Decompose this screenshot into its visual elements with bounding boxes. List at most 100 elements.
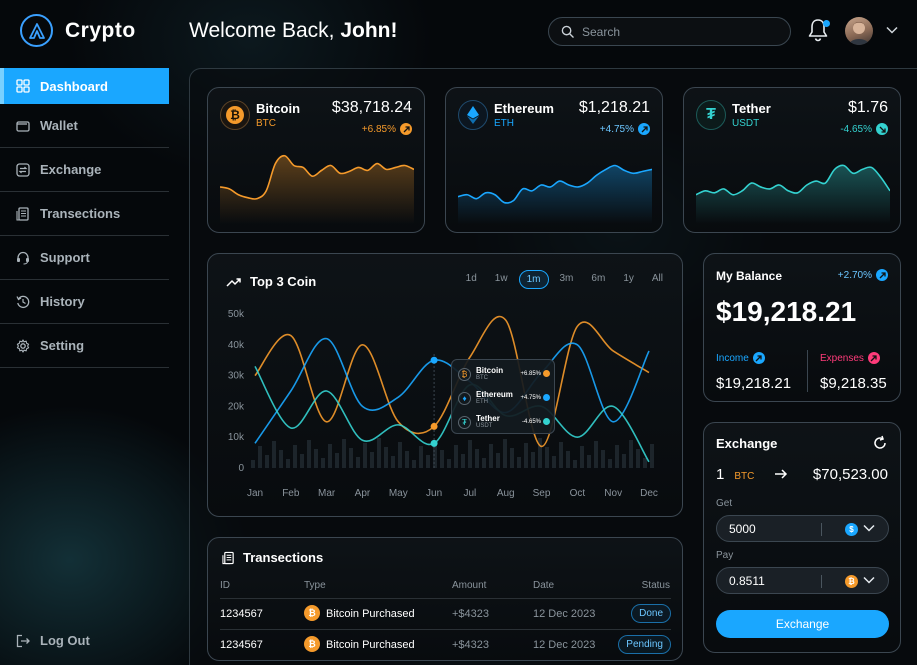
sparkline-bitcoin — [220, 154, 414, 224]
volume-bar — [482, 458, 486, 468]
sidebar-item-label: Exchange — [40, 162, 102, 177]
coin-change-value: +6.85% — [361, 123, 396, 135]
coin-card-tether[interactable]: ₮ Tether USDT $1.76 -4.65% — [683, 87, 901, 233]
volume-bar — [566, 451, 570, 468]
table-row[interactable]: 1234567 ₿ Bitcoin Purchased +$4323 12 De… — [220, 598, 671, 628]
sidebar-item-history[interactable]: History — [0, 280, 169, 324]
dollar-icon[interactable]: $ — [845, 523, 858, 536]
pay-field[interactable]: ₿ — [716, 567, 889, 594]
volume-bar — [608, 459, 612, 468]
coin-symbol: BTC — [256, 118, 276, 129]
get-input[interactable] — [729, 521, 817, 536]
coin-card-ethereum[interactable]: Ethereum ETH $1,218.21 +4.75% — [445, 87, 663, 233]
volume-bar — [552, 456, 556, 468]
x-tick-label: Mar — [318, 488, 336, 499]
sidebar-item-setting[interactable]: Setting — [0, 324, 169, 368]
bitcoin-icon[interactable]: ₿ — [845, 575, 858, 588]
sidebar-item-label: Transections — [40, 206, 121, 221]
sparkline-tether — [696, 164, 890, 224]
get-field[interactable]: $ — [716, 515, 889, 542]
search-input[interactable] — [582, 24, 772, 39]
coin-card-bitcoin[interactable]: ₿ Bitcoin BTC $38,718.24 +6.85% — [207, 87, 425, 233]
history-icon — [16, 295, 30, 308]
bitcoin-icon: ₿ — [304, 605, 320, 621]
coin-change-value: +4.75% — [599, 123, 634, 135]
arrow-up-right-icon — [400, 123, 412, 135]
tooltip-symbol: BTC — [476, 375, 488, 381]
volume-bar — [601, 450, 605, 468]
tether-icon: ₮ — [458, 415, 471, 429]
sidebar-item-support[interactable]: Support — [0, 236, 169, 280]
coin-change: +4.75% — [600, 123, 650, 135]
notifications-button[interactable] — [806, 17, 832, 45]
user-name: John! — [340, 19, 398, 42]
volume-bar — [286, 459, 290, 468]
volume-bar — [643, 458, 647, 468]
exchange-symbol: BTC — [734, 471, 755, 482]
tooltip-row-tether: ₮ Tether USDT -4.65% — [458, 414, 550, 430]
coin-symbol: USDT — [732, 118, 760, 129]
gear-icon — [16, 338, 30, 353]
logo-mark-icon — [20, 14, 53, 47]
tx-amount: +$4323 — [452, 608, 490, 620]
expenses-label: Expenses — [820, 352, 880, 364]
tooltip-change: +6.85% — [520, 370, 550, 377]
grid-icon — [16, 79, 30, 93]
tooltip-name: Bitcoin — [476, 366, 504, 375]
welcome-message: Welcome Back, John! — [189, 19, 398, 43]
app-name: Crypto — [65, 18, 136, 42]
field-divider — [821, 575, 822, 588]
income-label: Income — [716, 352, 765, 364]
app-logo[interactable]: Crypto — [20, 14, 136, 47]
tooltip-symbol: USDT — [476, 423, 493, 429]
volume-bar — [258, 446, 262, 468]
chevron-down-icon[interactable] — [863, 576, 875, 584]
data-point-tether[interactable] — [430, 439, 438, 447]
notification-dot — [823, 20, 830, 27]
sidebar-item-dashboard[interactable]: Dashboard — [0, 68, 169, 104]
volume-bar — [538, 438, 542, 468]
x-tick-label: Oct — [570, 488, 586, 499]
x-tick-label: Jul — [464, 488, 477, 499]
chevron-down-icon[interactable] — [863, 524, 875, 532]
volume-bar — [251, 460, 255, 468]
get-label: Get — [716, 498, 733, 509]
table-row[interactable]: 1234567 ₿ Bitcoin Purchased +$4323 12 De… — [220, 629, 671, 659]
sidebar-item-exchange[interactable]: Exchange — [0, 148, 169, 192]
balance-title: My Balance — [716, 269, 783, 283]
sidebar-item-wallet[interactable]: Wallet — [0, 104, 169, 148]
volume-bar — [475, 449, 479, 468]
avatar[interactable] — [845, 17, 873, 45]
data-point-ethereum[interactable] — [430, 356, 438, 364]
volume-bar — [328, 444, 332, 468]
sidebar-item-label: Dashboard — [40, 78, 108, 94]
field-divider — [821, 523, 822, 536]
chevron-down-icon[interactable] — [886, 26, 898, 34]
income-label-text: Income — [716, 352, 749, 364]
volume-bar — [447, 459, 451, 468]
volume-bar — [391, 456, 395, 468]
volume-bar — [356, 457, 360, 468]
search-bar[interactable] — [548, 17, 791, 46]
volume-bar — [426, 455, 430, 468]
volume-bar — [321, 458, 325, 468]
tooltip-change: +4.75% — [520, 394, 550, 401]
volume-bar — [349, 448, 353, 468]
receipt-icon — [16, 206, 29, 221]
exchange-result: $70,523.00 — [812, 466, 888, 483]
logout-button[interactable]: Log Out — [16, 633, 90, 648]
pay-input[interactable] — [729, 573, 817, 588]
tx-amount: +$4323 — [452, 639, 490, 651]
tx-id: 1234567 — [220, 639, 263, 651]
x-tick-label: Aug — [497, 488, 515, 499]
arrow-right-icon — [775, 469, 788, 479]
data-point-bitcoin[interactable] — [430, 422, 438, 430]
refresh-icon[interactable] — [872, 435, 888, 451]
balance-amount: $19,218.21 — [716, 296, 857, 327]
sidebar-item-transections[interactable]: Transections — [0, 192, 169, 236]
exchange-button[interactable]: Exchange — [716, 610, 889, 638]
arrow-up-right-icon — [752, 352, 765, 364]
volume-bar — [440, 450, 444, 468]
volume-bar — [545, 447, 549, 468]
volume-bar — [272, 441, 276, 468]
